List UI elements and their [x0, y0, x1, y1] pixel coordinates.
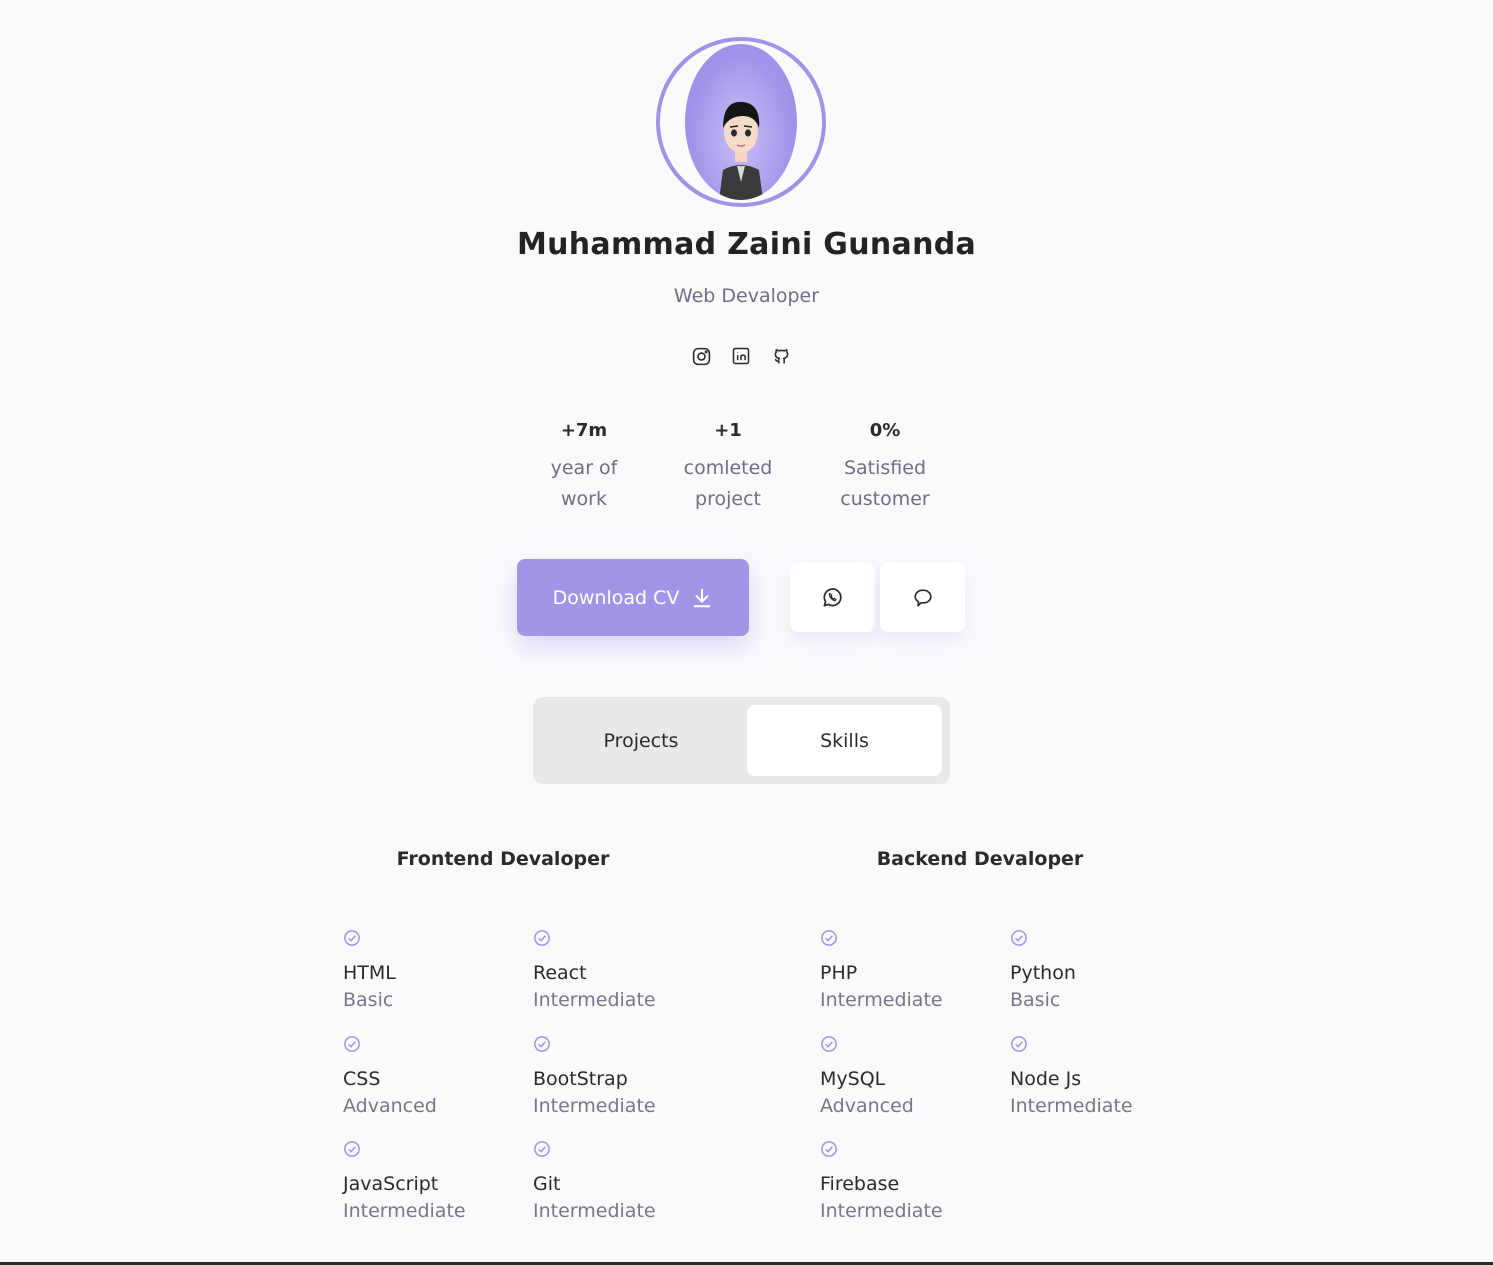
stat-value: +7m	[560, 420, 608, 441]
message-button[interactable]	[880, 563, 965, 632]
skill-item: Node Js Intermediate	[1010, 1035, 1133, 1121]
skill-item: React Intermediate	[533, 929, 656, 1015]
skill-level: Basic	[343, 989, 394, 1011]
skill-level: Basic	[1010, 989, 1061, 1011]
profile-name: Muhammad Zaini Gunanda	[516, 227, 977, 262]
avatar	[656, 37, 826, 207]
stat-projects: +1 comleted project	[684, 420, 773, 515]
tab-skills[interactable]: Skills	[747, 705, 942, 776]
stat-label-line1: comleted	[683, 457, 773, 479]
profile-role: Web Devaloper	[673, 285, 820, 307]
download-icon	[694, 588, 711, 607]
backend-title: Backend Devaloper	[876, 848, 1084, 870]
download-cv-label: Download CV	[552, 586, 680, 609]
skill-level: Intermediate	[820, 1200, 943, 1222]
skill-item: CSS Advanced	[343, 1035, 437, 1121]
check-circle-icon	[534, 1141, 550, 1157]
skill-name: JavaScript	[343, 1173, 439, 1195]
stat-value: 0%	[869, 420, 901, 441]
stat-satisfaction: 0% Satisfied customer	[840, 420, 929, 515]
skill-item: JavaScript Intermediate	[343, 1140, 466, 1226]
check-circle-icon	[1011, 1036, 1027, 1052]
tab-projects[interactable]: Projects	[541, 705, 741, 776]
avatar-image	[685, 44, 797, 200]
skill-name: HTML	[343, 962, 396, 984]
check-circle-icon	[821, 1141, 837, 1157]
skill-item: Git Intermediate	[533, 1140, 656, 1226]
check-circle-icon	[1011, 930, 1027, 946]
check-circle-icon	[344, 1141, 360, 1157]
skill-level: Intermediate	[533, 1095, 656, 1117]
skill-name: Python	[1010, 962, 1076, 984]
stat-label-line2: work	[561, 488, 607, 510]
stat-label-line2: project	[695, 488, 761, 510]
stat-label-line2: customer	[840, 488, 930, 510]
skill-item: Python Basic	[1010, 929, 1076, 1015]
linkedin-icon[interactable]	[730, 345, 752, 367]
whatsapp-icon	[823, 588, 842, 607]
skill-name: BootStrap	[533, 1068, 628, 1090]
check-circle-icon	[821, 930, 837, 946]
section-tabs: Projects Skills	[533, 697, 950, 784]
message-icon	[913, 588, 932, 607]
skill-level: Intermediate	[533, 1200, 656, 1222]
skill-level: Intermediate	[1010, 1095, 1133, 1117]
skill-level: Advanced	[343, 1095, 437, 1117]
skill-name: Node Js	[1010, 1068, 1082, 1090]
skill-name: Git	[533, 1173, 561, 1195]
check-circle-icon	[821, 1036, 837, 1052]
check-circle-icon	[344, 1036, 360, 1052]
skill-name: Firebase	[820, 1173, 900, 1195]
profile-page: Muhammad Zaini Gunanda Web Devaloper +7m…	[0, 0, 1493, 1265]
check-circle-icon	[534, 1036, 550, 1052]
skill-level: Intermediate	[533, 989, 656, 1011]
instagram-icon[interactable]	[690, 345, 712, 367]
skill-item: MySQL Advanced	[820, 1035, 914, 1121]
skill-name: CSS	[343, 1068, 381, 1090]
whatsapp-button[interactable]	[790, 563, 875, 632]
skill-item: PHP Intermediate	[820, 929, 943, 1015]
skill-name: PHP	[820, 962, 858, 984]
download-cv-button[interactable]: Download CV	[517, 559, 749, 636]
skill-level: Advanced	[820, 1095, 914, 1117]
stat-label-line1: year of	[550, 457, 618, 479]
skill-item: Firebase Intermediate	[820, 1140, 943, 1226]
stat-experience: +7m year of work	[551, 420, 618, 515]
stat-label-line1: Satisfied	[843, 457, 927, 479]
stat-value: +1	[714, 420, 742, 441]
skill-level: Intermediate	[820, 989, 943, 1011]
frontend-title: Frontend Devaloper	[396, 848, 610, 870]
check-circle-icon	[344, 930, 360, 946]
skill-item: BootStrap Intermediate	[533, 1035, 656, 1121]
skill-name: MySQL	[820, 1068, 886, 1090]
skill-level: Intermediate	[343, 1200, 466, 1222]
github-icon[interactable]	[770, 345, 792, 367]
check-circle-icon	[534, 930, 550, 946]
skill-item: HTML Basic	[343, 929, 396, 1015]
social-links	[690, 345, 792, 367]
skill-name: React	[533, 962, 587, 984]
